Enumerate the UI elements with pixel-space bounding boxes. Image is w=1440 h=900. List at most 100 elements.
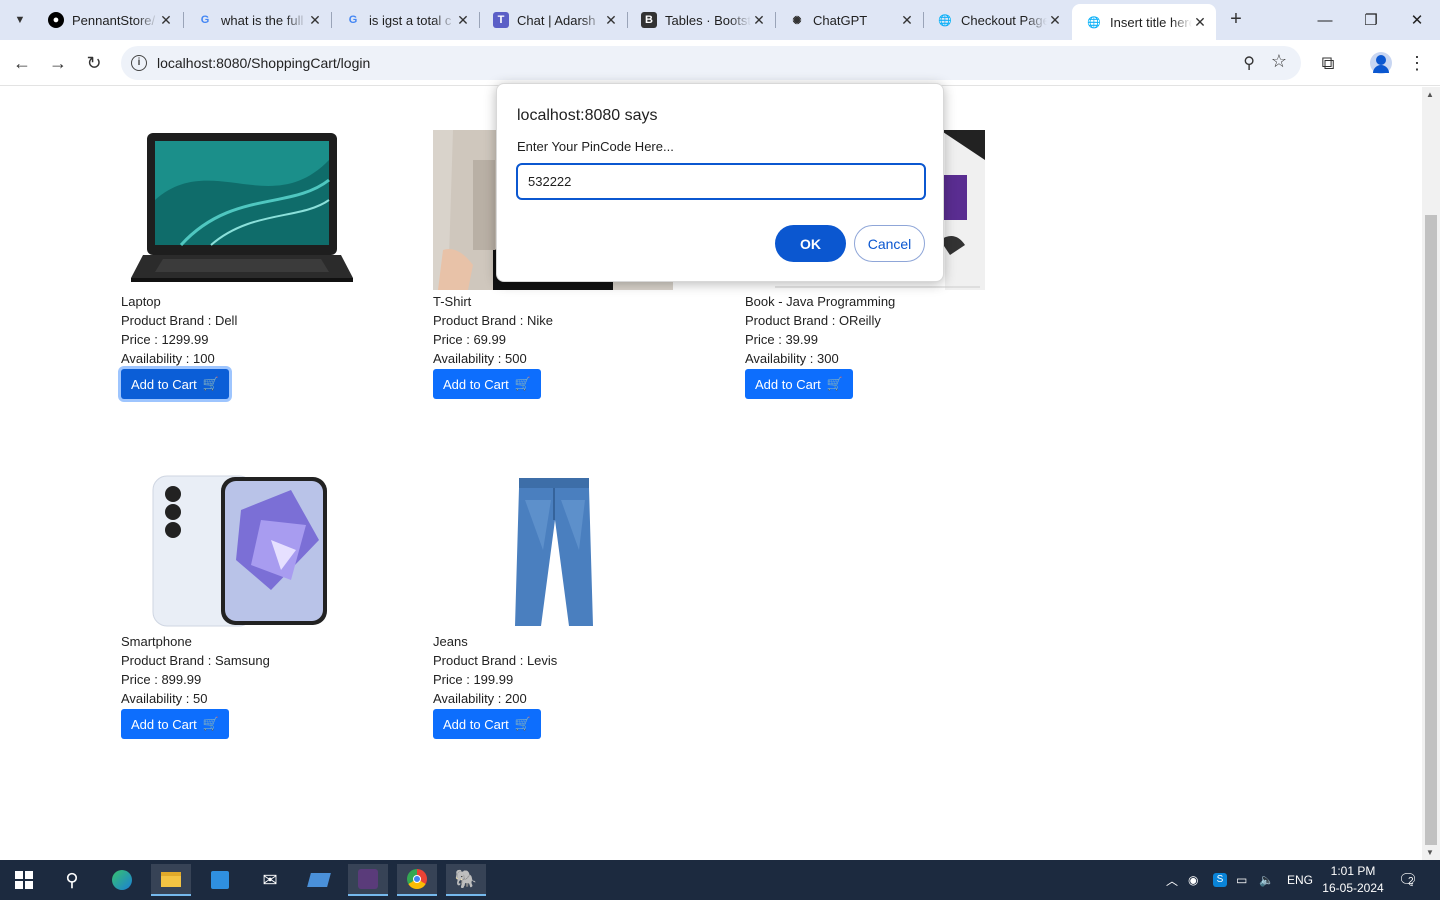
tab-title: is igst a total c: [369, 12, 452, 28]
add-to-cart-button[interactable]: Add to Cart 🛒: [433, 709, 541, 739]
tab-insert-title-active[interactable]: 🌐 Insert title here ✕: [1072, 4, 1216, 40]
tab-title: ChatGPT: [813, 12, 868, 28]
back-arrow-icon[interactable]: ←: [7, 48, 37, 78]
tab-title: PennantStore/: [72, 12, 156, 28]
windows-taskbar: ⚲ ✉ 🐘 ︿ ◉ S ▭ 🔈 ENG 1:01 PM 16-05-2024 🗨…: [0, 860, 1440, 900]
cart-icon: 🛒: [202, 376, 219, 391]
tab-chatgpt[interactable]: ✺ ChatGPT ✕: [775, 4, 923, 36]
wifi-icon[interactable]: ▭: [1236, 860, 1247, 900]
teams-icon: T: [493, 12, 509, 28]
scroll-down-icon[interactable]: ▼: [1426, 848, 1434, 857]
product-name: T-Shirt: [433, 294, 472, 309]
extensions-icon[interactable]: ⧉: [1313, 48, 1343, 78]
postgresql-icon[interactable]: 🐘: [446, 864, 486, 896]
address-bar[interactable]: i localhost:8080/ShoppingCart/login ⚲ ☆: [121, 46, 1301, 80]
product-name: Laptop: [121, 294, 161, 309]
notifications-icon[interactable]: 🗨 2: [1398, 860, 1418, 900]
minimize-button[interactable]: —: [1302, 0, 1348, 40]
app-icon[interactable]: [299, 864, 339, 896]
prompt-dialog: localhost:8080 says Enter Your PinCode H…: [496, 83, 944, 282]
tab-checkout-page[interactable]: 🌐 Checkout Page ✕: [923, 4, 1071, 36]
tab-pennantstore[interactable]: ● PennantStore/ ✕: [34, 4, 182, 36]
product-name: Smartphone: [121, 634, 192, 649]
product-card: Laptop Product Brand : Dell Price : 1299…: [121, 130, 361, 399]
tab-search-button[interactable]: ▼: [8, 8, 32, 32]
browser-toolbar: ← → ↻ i localhost:8080/ShoppingCart/logi…: [0, 40, 1440, 86]
page-scrollbar[interactable]: ▲ ▼: [1422, 87, 1440, 860]
tab-google-search-1[interactable]: G what is the full ✕: [183, 4, 331, 36]
button-label: Add to Cart: [131, 376, 197, 392]
google-icon: G: [200, 14, 210, 26]
tab-google-search-2[interactable]: G is igst a total c ✕: [331, 4, 479, 36]
mail-icon[interactable]: ✉: [250, 864, 290, 896]
cart-icon: 🛒: [202, 716, 219, 731]
zoom-icon[interactable]: ⚲: [1243, 53, 1255, 73]
product-brand: Product Brand : Samsung: [121, 653, 270, 668]
close-tab-icon[interactable]: ✕: [603, 12, 619, 29]
bootstrap-icon: B: [641, 12, 657, 28]
tab-strip: ▼ ● PennantStore/ ✕ G what is the full ✕…: [0, 0, 1440, 40]
show-hidden-icons[interactable]: ︿: [1166, 860, 1178, 900]
cart-icon: 🛒: [826, 376, 843, 391]
close-tab-icon[interactable]: ✕: [455, 12, 471, 29]
scroll-up-icon[interactable]: ▲: [1426, 90, 1434, 99]
url-text[interactable]: localhost:8080/ShoppingCart/login: [157, 55, 370, 71]
tab-title: Insert title here: [1110, 14, 1192, 30]
notification-count: 2: [1408, 876, 1414, 887]
pincode-input[interactable]: 532222: [516, 163, 926, 200]
product-availability: Availability : 300: [745, 351, 839, 366]
button-label: Add to Cart: [443, 716, 509, 732]
tab-bootstrap-tables[interactable]: B Tables · Bootst ✕: [627, 4, 775, 36]
language-indicator[interactable]: ENG: [1287, 860, 1313, 900]
product-availability: Availability : 50: [121, 691, 208, 706]
product-price: Price : 39.99: [745, 332, 818, 347]
bookmark-star-icon[interactable]: ☆: [1271, 51, 1287, 72]
store-icon[interactable]: [200, 864, 240, 896]
tab-title: what is the full: [221, 12, 304, 28]
product-brand: Product Brand : Levis: [433, 653, 558, 668]
chrome-icon[interactable]: [397, 864, 437, 896]
add-to-cart-button[interactable]: Add to Cart 🛒: [433, 369, 541, 399]
windows-start-icon[interactable]: [4, 864, 44, 896]
close-tab-icon[interactable]: ✕: [1192, 14, 1208, 31]
product-card: Smartphone Product Brand : Samsung Price…: [121, 470, 361, 739]
clock-date: 16-05-2024: [1322, 881, 1384, 895]
close-tab-icon[interactable]: ✕: [1047, 12, 1063, 29]
clock[interactable]: 1:01 PM 16-05-2024: [1322, 863, 1384, 897]
network-status-icon[interactable]: ◉: [1188, 860, 1198, 900]
product-brand: Product Brand : OReilly: [745, 313, 881, 328]
edge-icon[interactable]: [102, 864, 142, 896]
button-label: Add to Cart: [443, 376, 509, 392]
add-to-cart-button[interactable]: Add to Cart 🛒: [121, 709, 229, 739]
reload-icon[interactable]: ↻: [79, 48, 109, 78]
dialog-message: Enter Your PinCode Here...: [517, 139, 674, 154]
close-tab-icon[interactable]: ✕: [158, 12, 174, 29]
restore-button[interactable]: ❐: [1348, 0, 1394, 40]
forward-arrow-icon[interactable]: →: [43, 48, 73, 78]
add-to-cart-button[interactable]: Add to Cart 🛒: [121, 369, 229, 399]
tab-title: Tables · Bootst: [665, 12, 751, 28]
close-window-button[interactable]: ✕: [1394, 0, 1440, 40]
tab-title: Checkout Page: [961, 12, 1047, 28]
cancel-button[interactable]: Cancel: [854, 225, 925, 262]
button-label: Add to Cart: [755, 376, 821, 392]
site-info-icon[interactable]: i: [131, 55, 147, 71]
search-icon[interactable]: ⚲: [52, 864, 92, 896]
cart-icon: 🛒: [514, 716, 531, 731]
add-to-cart-button[interactable]: Add to Cart 🛒: [745, 369, 853, 399]
file-explorer-icon[interactable]: [151, 864, 191, 896]
tab-teams-chat[interactable]: T Chat | Adarsh ✕: [479, 4, 627, 36]
close-tab-icon[interactable]: ✕: [751, 12, 767, 29]
browser-menu-icon[interactable]: ⋮: [1402, 48, 1432, 78]
close-tab-icon[interactable]: ✕: [899, 12, 915, 29]
skype-icon[interactable]: S: [1213, 860, 1227, 900]
profile-avatar-icon[interactable]: [1366, 48, 1396, 78]
volume-icon[interactable]: 🔈: [1259, 860, 1274, 900]
ok-button[interactable]: OK: [775, 225, 846, 262]
product-price: Price : 1299.99: [121, 332, 209, 347]
scrollbar-thumb[interactable]: [1425, 215, 1437, 845]
close-tab-icon[interactable]: ✕: [307, 12, 323, 29]
new-tab-button[interactable]: +: [1224, 8, 1248, 32]
eclipse-ide-icon[interactable]: [348, 864, 388, 896]
product-availability: Availability : 200: [433, 691, 527, 706]
